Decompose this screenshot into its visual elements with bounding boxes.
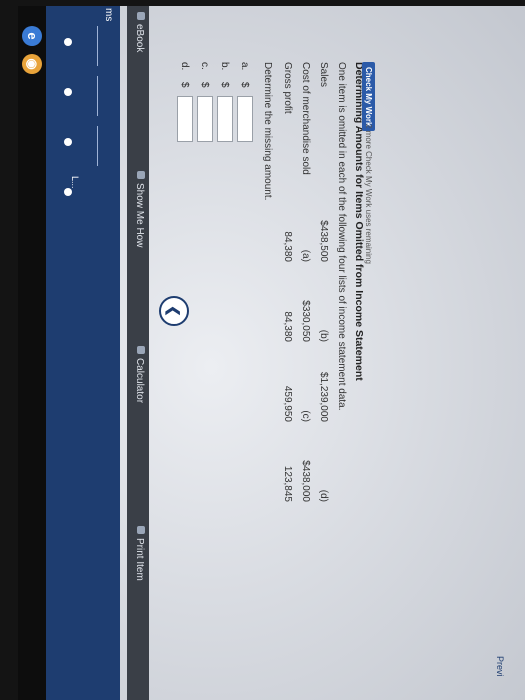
- print-item-link[interactable]: Print Item: [134, 526, 145, 581]
- answer-input-d[interactable]: [177, 96, 193, 142]
- taskbar: e ◉ ▮ ◬ ◂: [18, 6, 46, 700]
- gp-col-3: 459,950: [282, 385, 293, 422]
- sales-col-3: $1,239,000: [318, 371, 329, 422]
- row-label-cogs: Cost of merchandise sold: [300, 62, 311, 175]
- progress-sidebar: ms L...: [46, 6, 120, 700]
- sales-col-2: (b): [318, 329, 329, 342]
- sales-col-4: (d): [318, 489, 329, 502]
- show-me-how-link[interactable]: Show Me How: [134, 171, 145, 247]
- answer-row-d: d. $: [175, 62, 193, 152]
- assignment-toolbar: eBook Show Me How Calculator Print Item: [127, 6, 149, 700]
- check-uses-remaining: 2 more Check My Work uses remaining: [364, 124, 373, 264]
- cogs-col-2: $330,050: [300, 300, 311, 342]
- cogs-col-4: $438,000: [300, 460, 311, 502]
- gp-col-2: 84,380: [282, 311, 293, 342]
- answer-input-a[interactable]: [237, 96, 253, 142]
- answer-input-b[interactable]: [217, 96, 233, 142]
- ebook-link[interactable]: eBook: [134, 12, 145, 52]
- book-icon: [137, 12, 145, 20]
- previous-link[interactable]: Previ: [495, 656, 505, 677]
- problem-instructions: One item is omitted in each of the follo…: [336, 62, 347, 411]
- rail-sub-label: L...: [70, 176, 80, 189]
- cogs-col-1: (a): [300, 249, 311, 262]
- progress-step-dot[interactable]: [64, 38, 72, 46]
- gp-col-4: 123,845: [282, 465, 293, 502]
- sales-col-1: $438,500: [318, 220, 329, 262]
- print-icon: [137, 526, 145, 534]
- browser-icon[interactable]: e: [22, 26, 42, 46]
- help-icon: [137, 171, 145, 179]
- cogs-col-3: (c): [300, 410, 311, 422]
- answer-input-c[interactable]: [197, 96, 213, 142]
- row-label-gross-profit: Gross profit: [282, 62, 293, 114]
- chrome-icon[interactable]: ◉: [22, 54, 42, 74]
- rail-label: ms: [103, 8, 114, 22]
- progress-divider: [97, 26, 98, 66]
- progress-step-dot[interactable]: [64, 138, 72, 146]
- problem-panel: Determining Amounts for Items Omitted fr…: [165, 62, 365, 682]
- screen: eBook Show Me How Calculator Print Item …: [18, 6, 525, 700]
- check-my-work-button[interactable]: Check My Work: [362, 62, 375, 132]
- calculator-icon: [137, 346, 145, 354]
- answer-prompt: Determine the missing amount.: [262, 62, 273, 201]
- calculator-link[interactable]: Calculator: [134, 346, 145, 403]
- rotated-page: eBook Show Me How Calculator Print Item …: [18, 6, 525, 700]
- progress-step-dot[interactable]: [64, 88, 72, 96]
- answer-row-c: c. $: [195, 62, 213, 152]
- progress-step-dot[interactable]: [64, 188, 72, 196]
- answer-row-a: a. $: [235, 62, 253, 152]
- gp-col-1: 84,380: [282, 231, 293, 262]
- progress-divider: [97, 76, 98, 116]
- progress-divider: [97, 126, 98, 166]
- answer-row-b: b. $: [215, 62, 233, 152]
- row-label-sales: Sales: [318, 62, 329, 88]
